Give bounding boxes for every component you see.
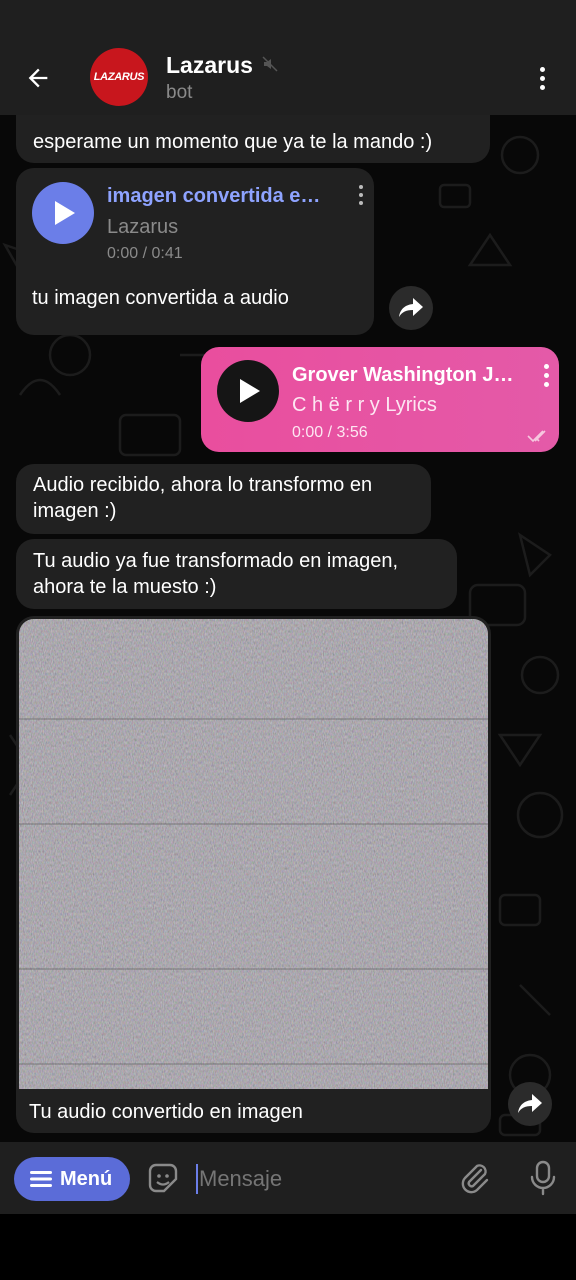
incoming-message[interactable]: esperame un momento que ya te la mando :… xyxy=(16,115,490,163)
more-options-button[interactable] xyxy=(528,62,556,94)
incoming-audio-message[interactable]: imagen convertida e… Lazarus 0:00 / 0:41… xyxy=(16,168,374,335)
audio-options-button[interactable] xyxy=(541,364,551,388)
read-checks-icon xyxy=(527,430,546,443)
message-input[interactable] xyxy=(199,1158,439,1200)
system-navigation-area xyxy=(0,1214,576,1280)
message-list[interactable]: esperame un momento que ya te la mando :… xyxy=(0,115,576,1142)
message-text: esperame un momento que ya te la mando :… xyxy=(33,131,433,153)
back-button[interactable] xyxy=(18,58,58,98)
message-text-line2: ahora te la muesto :) xyxy=(33,576,217,598)
share-icon xyxy=(518,1094,542,1113)
play-icon xyxy=(240,379,260,403)
status-bar xyxy=(0,0,576,40)
voice-record-button[interactable] xyxy=(526,1159,560,1197)
mic-icon xyxy=(530,1160,556,1196)
chat-title[interactable]: Lazarus xyxy=(166,52,253,79)
sticker-button[interactable] xyxy=(146,1161,180,1195)
audio-performer: Lazarus xyxy=(107,216,179,238)
sticker-icon xyxy=(148,1163,178,1193)
play-icon xyxy=(55,201,75,225)
message-text-line1: Tu audio ya fue transformado en imagen, xyxy=(33,550,399,572)
incoming-message[interactable]: Audio recibido, ahora lo transformo en i… xyxy=(16,464,431,534)
chat-header: LAZARUS Lazarus bot xyxy=(0,40,576,115)
bot-menu-button[interactable]: Menú xyxy=(14,1157,130,1201)
incoming-message[interactable]: Tu audio ya fue transformado en imagen, … xyxy=(16,539,457,609)
share-icon xyxy=(399,298,423,317)
attach-icon xyxy=(461,1164,489,1194)
text-cursor xyxy=(196,1164,198,1194)
menu-lines-icon xyxy=(30,1171,52,1187)
chat-subtitle: bot xyxy=(166,82,193,103)
audio-title: imagen convertida e… xyxy=(107,185,321,207)
mute-icon xyxy=(262,56,278,72)
avatar-logo-text: LAZARUS xyxy=(93,71,145,83)
noise-image[interactable] xyxy=(19,619,488,1089)
audio-duration: 0:00 / 0:41 xyxy=(107,245,183,262)
audio-performer: C h ë r r y Lyrics xyxy=(292,394,437,416)
composer-bar: Menú xyxy=(0,1142,576,1214)
share-button[interactable] xyxy=(508,1082,552,1126)
more-vert-icon xyxy=(359,185,363,189)
message-text-line1: Audio recibido, ahora lo transformo en xyxy=(33,474,373,496)
incoming-photo-message[interactable]: Tu audio convertido en imagen xyxy=(16,616,491,1133)
bot-menu-label: Menú xyxy=(60,1167,113,1190)
audio-caption: tu imagen convertida a audio xyxy=(32,287,289,309)
back-arrow-icon xyxy=(28,68,48,88)
avatar[interactable]: LAZARUS xyxy=(90,48,148,106)
play-button[interactable] xyxy=(217,360,279,422)
outgoing-audio-message[interactable]: Grover Washington J… C h ë r r y Lyrics … xyxy=(201,347,559,452)
photo-caption: Tu audio convertido en imagen xyxy=(29,1101,303,1123)
more-vert-icon xyxy=(543,364,549,369)
play-button[interactable] xyxy=(32,182,94,244)
audio-title: Grover Washington J… xyxy=(292,364,514,386)
message-text-line2: imagen :) xyxy=(33,500,117,522)
share-button[interactable] xyxy=(389,286,433,330)
more-vert-icon xyxy=(539,66,545,72)
attach-button[interactable] xyxy=(458,1161,492,1195)
audio-duration: 0:00 / 3:56 xyxy=(292,424,368,441)
audio-options-button[interactable] xyxy=(356,185,366,209)
